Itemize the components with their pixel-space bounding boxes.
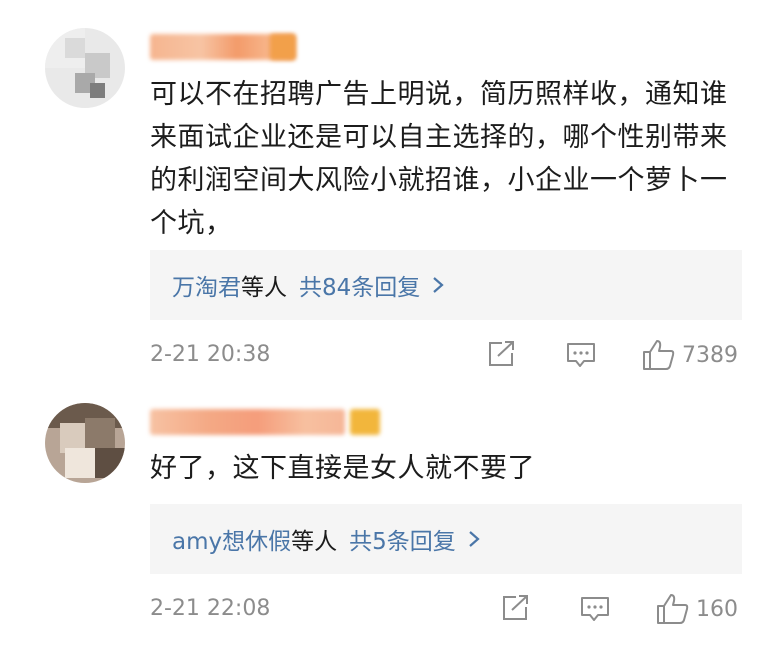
- reply-users-suffix: 等人: [241, 275, 287, 301]
- avatar[interactable]: [45, 28, 125, 108]
- avatar[interactable]: [45, 403, 125, 483]
- like-count: 7389: [682, 342, 738, 368]
- reply-users[interactable]: amy想休假: [172, 522, 291, 556]
- share-button[interactable]: [486, 340, 516, 368]
- replies-summary[interactable]: amy想休假 等人 共5条回复: [150, 504, 742, 574]
- comment-button[interactable]: [580, 595, 610, 623]
- like-button[interactable]: 7389: [642, 339, 738, 371]
- comment-text: 好了，这下直接是女人就不要了: [150, 453, 535, 484]
- comment-icon: [567, 343, 595, 367]
- username-badge-blurred: [270, 34, 296, 60]
- share-button[interactable]: [500, 594, 530, 622]
- comment-button[interactable]: [566, 341, 596, 369]
- comment-timestamp: 2-21 22:08: [150, 596, 271, 621]
- username-blurred[interactable]: [150, 409, 345, 435]
- like-icon: [657, 594, 689, 624]
- like-icon: [643, 340, 675, 370]
- share-icon: [503, 595, 528, 620]
- chevron-right-icon: [433, 277, 444, 293]
- comment-text: 可以不在招聘广告上明说，简历照样收，通知谁来面试企业还是可以自主选择的，哪个性别…: [150, 79, 728, 239]
- reply-users[interactable]: 万淘君: [172, 268, 241, 302]
- comment-icon: [581, 597, 609, 621]
- comment-timestamp: 2-21 20:38: [150, 342, 271, 367]
- like-button[interactable]: 160: [656, 593, 738, 625]
- chevron-right-icon: [469, 531, 480, 547]
- reply-users-suffix: 等人: [291, 529, 338, 555]
- like-count: 160: [696, 596, 738, 622]
- reply-count[interactable]: 共5条回复: [349, 522, 456, 556]
- share-icon: [489, 341, 514, 366]
- username-badge-blurred: [350, 409, 380, 435]
- replies-summary[interactable]: 万淘君 等人 共84条回复: [150, 250, 742, 320]
- reply-count[interactable]: 共84条回复: [299, 268, 420, 302]
